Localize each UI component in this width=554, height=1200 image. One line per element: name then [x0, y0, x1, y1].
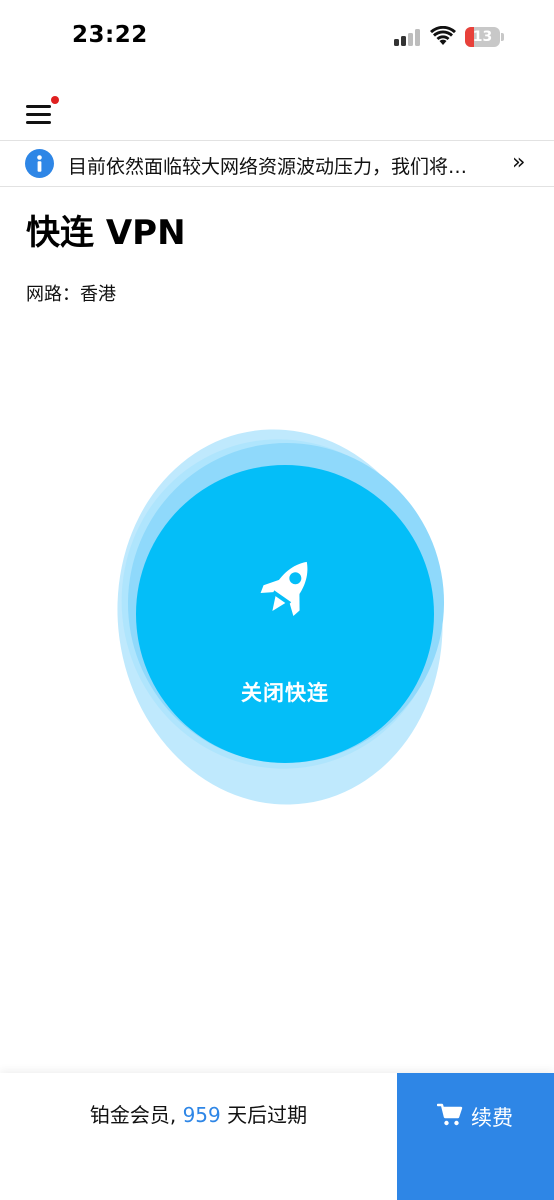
bottom-bar: 铂金会员, 959 天后过期 续费	[0, 1073, 554, 1200]
notice-text: 目前依然面临较大网络资源波动压力，我们将…	[68, 156, 468, 178]
days-remaining: 959	[182, 1103, 221, 1127]
membership-status: 铂金会员, 959 天后过期	[0, 1073, 397, 1200]
battery-icon: 13	[465, 27, 505, 47]
route-selector[interactable]: 网路：香港	[26, 280, 116, 306]
cellular-signal-icon	[394, 28, 422, 46]
membership-prefix: 铂金会员,	[89, 1103, 183, 1127]
notice-bar[interactable]: 目前依然面临较大网络资源波动压力，我们将… »	[0, 141, 554, 186]
notice-divider	[0, 186, 554, 187]
disconnect-button[interactable]: 关闭快连	[136, 465, 434, 763]
status-time: 23:22	[72, 22, 148, 48]
notification-badge	[51, 96, 59, 104]
disconnect-button-label: 关闭快连	[241, 681, 329, 705]
status-bar: 23:22 13	[0, 0, 554, 76]
menu-button[interactable]	[22, 96, 59, 130]
membership-suffix: 天后过期	[220, 1103, 308, 1127]
renew-button-label: 续费	[471, 1106, 513, 1130]
rocket-icon	[251, 553, 319, 633]
wifi-icon	[430, 25, 456, 46]
shopping-cart-icon	[436, 1103, 463, 1127]
page-title: 快连 VPN	[26, 213, 186, 253]
info-icon	[25, 149, 54, 178]
renew-button[interactable]: 续费	[397, 1073, 554, 1200]
notice-more-icon[interactable]: »	[512, 150, 525, 175]
battery-level: 13	[472, 29, 493, 45]
connect-button-area: 关闭快连	[86, 405, 476, 826]
